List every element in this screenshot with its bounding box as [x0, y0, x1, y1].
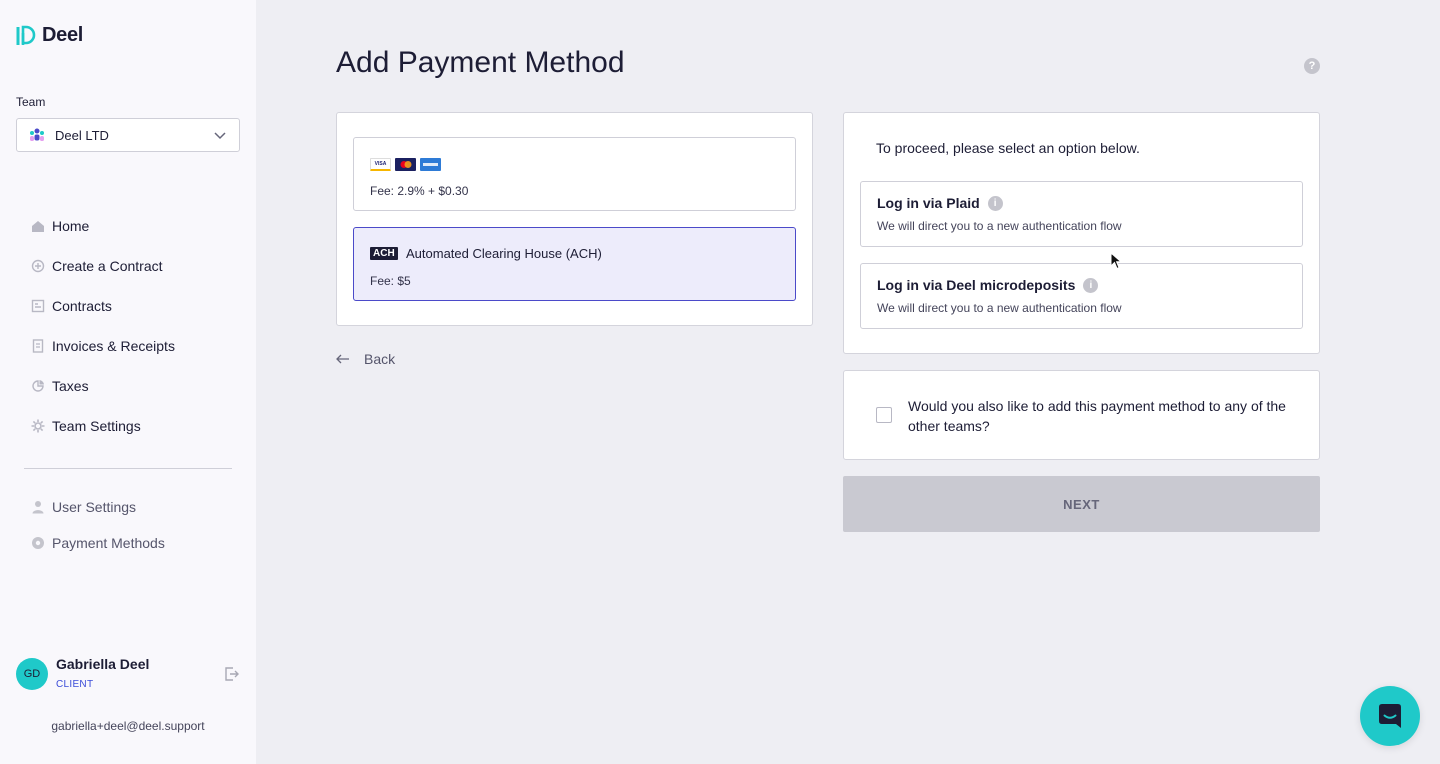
login-options-card: To proceed, please select an option belo…: [843, 112, 1320, 354]
secondary-nav: User Settings Payment Methods: [0, 489, 256, 561]
nav-item-user-settings[interactable]: User Settings: [0, 489, 256, 525]
page-title: Add Payment Method: [336, 46, 625, 79]
nav-label: Taxes: [52, 378, 89, 394]
app-name: Deel: [42, 24, 84, 46]
user-icon: [32, 501, 44, 514]
login-title-text: Log in via Plaid: [877, 195, 980, 211]
team-select[interactable]: Deel LTD: [16, 118, 240, 152]
login-subtitle: We will direct you to a new authenticati…: [877, 219, 1122, 233]
microdeposits-login-option[interactable]: Log in via Deel microdeposits i We will d…: [860, 263, 1303, 329]
login-title: Log in via Plaid i: [877, 195, 1003, 212]
user-role: CLIENT: [56, 679, 94, 690]
proceed-text: To proceed, please select an option belo…: [876, 140, 1140, 156]
nav-label: User Settings: [52, 499, 137, 515]
amex-icon: [420, 158, 441, 171]
other-teams-text: Would you also like to add this payment …: [908, 398, 1286, 434]
user-profile: GD Gabriella Deel CLIENT: [16, 656, 240, 696]
ach-fee: Fee: $5: [370, 274, 411, 288]
pie-chart-icon: [32, 380, 44, 392]
payment-icon: [32, 537, 44, 549]
ach-label: Automated Clearing House (ACH): [406, 246, 602, 261]
help-icon[interactable]: ?: [1304, 58, 1320, 74]
login-subtitle: We will direct you to a new authenticati…: [877, 301, 1122, 315]
chevron-down-icon: [214, 132, 226, 140]
nav-item-home[interactable]: Home: [0, 206, 256, 246]
plaid-login-option[interactable]: Log in via Plaid i We will direct you to …: [860, 181, 1303, 247]
nav-item-team-settings[interactable]: Team Settings: [0, 406, 256, 446]
card-fee: Fee: 2.9% + $0.30: [370, 184, 469, 198]
back-label: Back: [364, 351, 396, 367]
mouse-cursor-icon: [1110, 252, 1122, 270]
nav-item-create-contract[interactable]: Create a Contract: [0, 246, 256, 286]
arrow-left-icon: [336, 354, 349, 364]
info-icon[interactable]: i: [1083, 277, 1099, 293]
logout-icon[interactable]: [224, 666, 240, 682]
ach-badge: ACH: [370, 247, 398, 260]
chat-launcher-button[interactable]: [1360, 686, 1420, 746]
deel-logo-icon: [16, 25, 36, 45]
main-nav: Home Create a Contract Contracts Invoice…: [0, 206, 256, 446]
nav-divider: [24, 468, 232, 469]
login-title-text: Log in via Deel microdeposits: [877, 277, 1076, 293]
card-payment-option[interactable]: VISA Fee: 2.9% + $0.30: [353, 137, 796, 211]
other-teams-checkbox[interactable]: [876, 407, 892, 423]
visa-icon: VISA: [370, 158, 391, 171]
ach-payment-option[interactable]: ACH Automated Clearing House (ACH) Fee: …: [353, 227, 796, 301]
avatar[interactable]: GD: [16, 658, 48, 690]
payment-options-card: VISA Fee: 2.9% + $0.30 ACH Automated Cle…: [336, 112, 813, 326]
team-label: Team: [16, 95, 46, 109]
team-name: Deel LTD: [55, 127, 109, 143]
nav-item-payment-methods[interactable]: Payment Methods: [0, 525, 256, 561]
nav-label: Invoices & Receipts: [52, 338, 175, 354]
nav-label: Payment Methods: [52, 535, 165, 551]
mastercard-icon: [395, 158, 416, 171]
nav-label: Home: [52, 218, 90, 234]
invoice-icon: [32, 339, 44, 353]
deel-logo[interactable]: Deel: [16, 24, 83, 47]
nav-item-contracts[interactable]: Contracts: [0, 286, 256, 326]
info-icon[interactable]: i: [987, 195, 1003, 211]
user-email: gabriella+deel@deel.support: [51, 719, 205, 733]
team-icon: [30, 128, 44, 141]
nav-label: Contracts: [52, 298, 112, 314]
contract-icon: [31, 299, 45, 313]
user-name: Gabriella Deel: [56, 656, 150, 672]
sidebar: Deel Team Deel LTD Home Create a Contrac…: [0, 0, 256, 764]
nav-item-invoices[interactable]: Invoices & Receipts: [0, 326, 256, 366]
login-title: Log in via Deel microdeposits i: [877, 277, 1099, 294]
chat-icon: [1379, 704, 1401, 728]
nav-label: Create a Contract: [52, 258, 163, 274]
card-brands: VISA: [370, 158, 441, 171]
other-teams-card: Would you also like to add this payment …: [843, 370, 1320, 460]
plus-circle-icon: [31, 259, 45, 273]
nav-item-taxes[interactable]: Taxes: [0, 366, 256, 406]
next-button[interactable]: NEXT: [843, 476, 1320, 532]
home-icon: [32, 221, 44, 232]
nav-label: Team Settings: [52, 418, 141, 434]
back-button[interactable]: Back: [336, 351, 395, 367]
gear-icon: [31, 419, 45, 433]
